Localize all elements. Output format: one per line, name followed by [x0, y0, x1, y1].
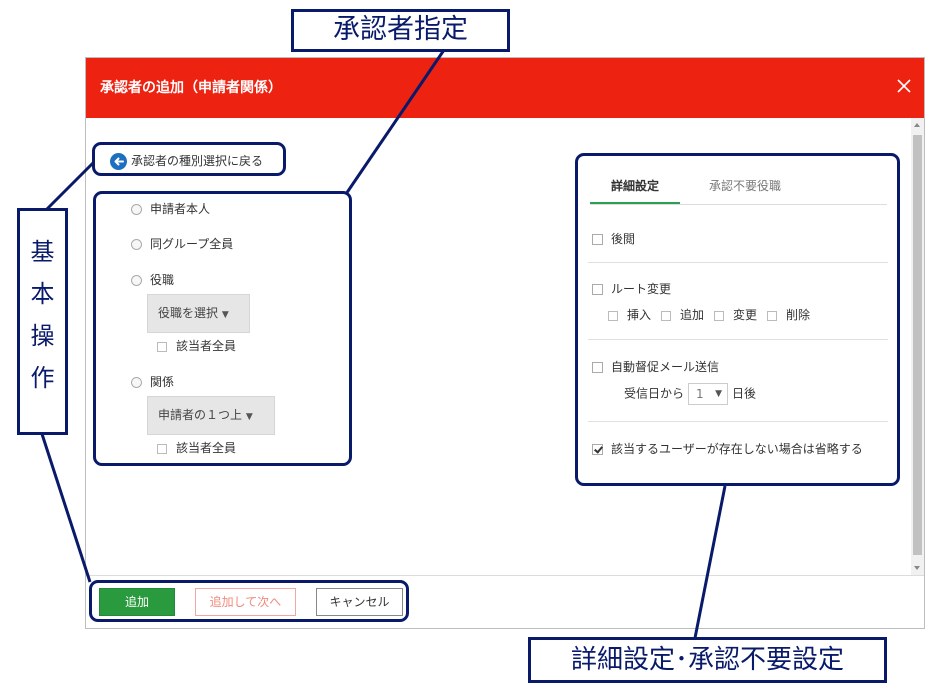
basic-ops-char: 操 [30, 322, 55, 350]
basic-ops-char: 本 [30, 280, 55, 308]
annotation-back-link-highlight [92, 142, 286, 176]
annotation-detail-highlight [575, 153, 900, 486]
annotation-approver-highlight [93, 191, 352, 466]
detail-settings-label: 詳細設定･承認不要設定 [528, 637, 887, 683]
basic-operations-label: 基 本 操 作 [17, 208, 68, 435]
basic-ops-char: 作 [30, 364, 55, 392]
approver-designation-label: 承認者指定 [291, 9, 510, 52]
basic-ops-char: 基 [30, 238, 55, 266]
annotation-basic-ops-highlight [89, 580, 409, 622]
